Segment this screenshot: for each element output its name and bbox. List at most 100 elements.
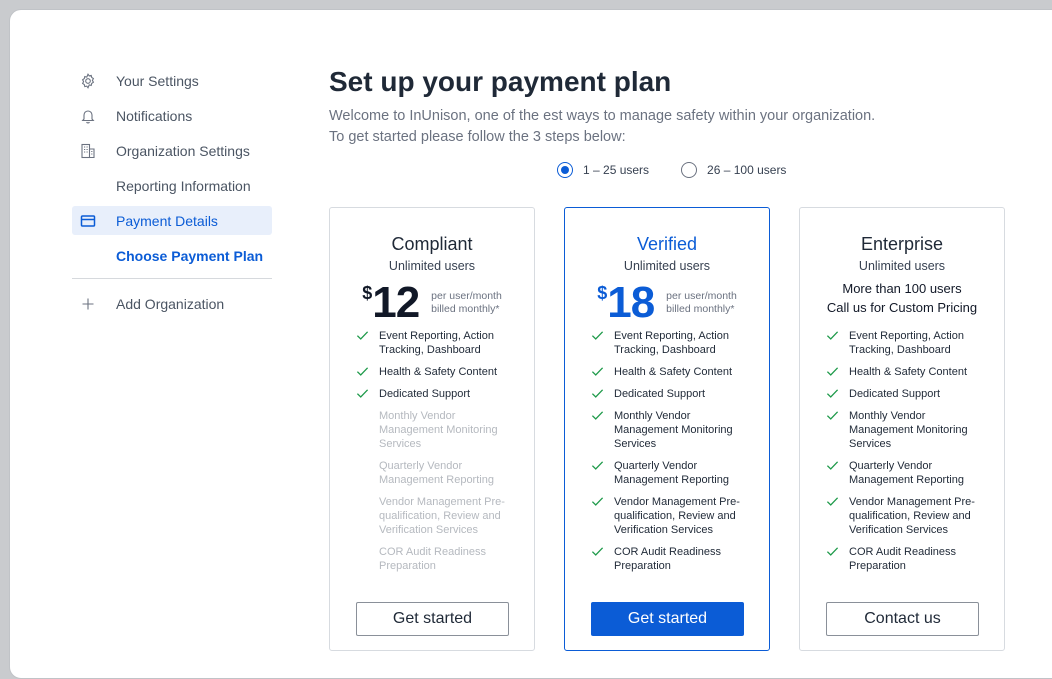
radio-1-25-users[interactable]: 1 – 25 users <box>557 162 649 178</box>
sidebar-item-reporting-information[interactable]: Reporting Information <box>72 171 272 200</box>
plan-card-compliant: Compliant Unlimited users $ 12 per user/… <box>329 207 535 651</box>
feature-text: Quarterly Vendor Management Reporting <box>614 460 729 486</box>
feature-text: Health & Safety Content <box>614 366 733 378</box>
feature-text: Health & Safety Content <box>849 366 968 378</box>
sidebar-item-add-organization[interactable]: Add Organization <box>72 289 272 318</box>
check-icon <box>826 459 840 473</box>
sidebar-item-label: Payment Details <box>116 212 218 229</box>
feature-list: Event Reporting, Action Tracking, Dashbo… <box>330 329 534 573</box>
sidebar-item-your-settings[interactable]: Your Settings <box>72 66 272 95</box>
check-icon <box>591 545 605 559</box>
get-started-button[interactable]: Get started <box>356 602 509 636</box>
check-icon <box>356 387 370 401</box>
feature-item: Event Reporting, Action Tracking, Dashbo… <box>591 329 755 357</box>
sidebar-item-label: Your Settings <box>116 72 199 89</box>
check-icon <box>591 459 605 473</box>
feature-text: Monthly Vendor Management Monitoring Ser… <box>379 410 498 450</box>
gear-icon <box>80 72 96 89</box>
feature-text: COR Audit Readiness Preparation <box>614 546 721 572</box>
feature-text: Vendor Management Pre-qualification, Rev… <box>614 496 740 536</box>
feature-item: COR Audit Readiness Preparation <box>826 545 990 573</box>
contact-us-button[interactable]: Contact us <box>826 602 979 636</box>
sidebar-item-organization-settings[interactable]: Organization Settings <box>72 136 272 165</box>
feature-item-disabled: COR Audit Readiness Preparation <box>356 545 520 573</box>
feature-item: Dedicated Support <box>591 387 755 401</box>
check-icon <box>356 365 370 379</box>
price-amount: 12 <box>372 278 420 327</box>
sidebar-item-choose-payment-plan[interactable]: Choose Payment Plan <box>72 241 272 270</box>
feature-item: Event Reporting, Action Tracking, Dashbo… <box>356 329 520 357</box>
feature-item: Event Reporting, Action Tracking, Dashbo… <box>826 329 990 357</box>
price-note-line: billed monthly* <box>666 303 735 315</box>
feature-text: Quarterly Vendor Management Reporting <box>379 460 494 486</box>
feature-item-disabled: Vendor Management Pre-qualification, Rev… <box>356 495 520 537</box>
price-currency: $ <box>362 283 373 303</box>
plus-icon <box>80 296 96 312</box>
feature-item: Health & Safety Content <box>591 365 755 379</box>
feature-item: COR Audit Readiness Preparation <box>591 545 755 573</box>
radio-button-icon <box>681 162 698 178</box>
plan-card-verified: Verified Unlimited users $ 18 per user/m… <box>564 207 770 651</box>
feature-text: Dedicated Support <box>379 388 471 400</box>
custom-pricing-line: Call us for Custom Pricing <box>826 300 978 315</box>
price-amount: 18 <box>607 278 655 327</box>
check-icon <box>356 329 370 343</box>
plan-name: Enterprise <box>860 234 944 254</box>
check-icon <box>826 365 840 379</box>
plan-name: Compliant <box>391 234 473 254</box>
check-icon <box>591 387 605 401</box>
plan-subtitle: Unlimited users <box>388 259 476 273</box>
feature-item: Dedicated Support <box>356 387 520 401</box>
price-note-line: per user/month <box>666 290 737 302</box>
feature-item: Vendor Management Pre-qualification, Rev… <box>826 495 990 537</box>
feature-item: Health & Safety Content <box>356 365 520 379</box>
check-icon <box>591 409 605 423</box>
check-icon <box>591 329 605 343</box>
radio-26-100-users[interactable]: 26 – 100 users <box>681 162 786 178</box>
custom-pricing-text: More than 100 users Call us for Custom P… <box>800 279 1004 325</box>
plan-subtitle: Unlimited users <box>623 259 711 273</box>
price-note-line: billed monthly* <box>431 303 500 315</box>
plan-card-enterprise: Enterprise Unlimited users More than 100… <box>799 207 1005 651</box>
feature-text: COR Audit Readiness Preparation <box>849 546 956 572</box>
settings-sidebar: Your Settings Notifications Organization… <box>72 66 272 324</box>
feature-text: COR Audit Readiness Preparation <box>379 546 486 572</box>
check-icon <box>826 329 840 343</box>
sidebar-item-notifications[interactable]: Notifications <box>72 101 272 130</box>
feature-text: Event Reporting, Action Tracking, Dashbo… <box>614 330 729 356</box>
plan-name: Verified <box>636 234 698 254</box>
plan-subtitle: Unlimited users <box>858 259 946 273</box>
radio-label: 26 – 100 users <box>707 163 787 177</box>
feature-text: Monthly Vendor Management Monitoring Ser… <box>614 410 733 450</box>
feature-list: Event Reporting, Action Tracking, Dashbo… <box>800 329 1004 573</box>
radio-label: 1 – 25 users <box>583 163 650 177</box>
feature-item: Quarterly Vendor Management Reporting <box>591 459 755 487</box>
check-icon <box>826 409 840 423</box>
building-icon <box>80 143 96 159</box>
feature-item-disabled: Monthly Vendor Management Monitoring Ser… <box>356 409 520 451</box>
sidebar-item-payment-details[interactable]: Payment Details <box>72 206 272 235</box>
price-note: per user/month billed monthly* <box>666 290 737 316</box>
feature-item: Monthly Vendor Management Monitoring Ser… <box>826 409 990 451</box>
sidebar-divider <box>72 278 272 279</box>
radio-button-icon <box>557 162 573 178</box>
check-icon <box>826 495 840 509</box>
feature-text: Event Reporting, Action Tracking, Dashbo… <box>379 330 494 356</box>
feature-item: Vendor Management Pre-qualification, Rev… <box>591 495 755 537</box>
intro-text: Welcome to InUnison, one of the est ways… <box>329 106 949 148</box>
sidebar-item-label: Notifications <box>116 107 193 124</box>
feature-text: Dedicated Support <box>849 388 941 400</box>
feature-item: Monthly Vendor Management Monitoring Ser… <box>591 409 755 451</box>
get-started-button[interactable]: Get started <box>591 602 744 636</box>
check-icon <box>826 387 840 401</box>
credit-card-icon <box>80 213 96 229</box>
feature-text: Vendor Management Pre-qualification, Rev… <box>849 496 975 536</box>
feature-list: Event Reporting, Action Tracking, Dashbo… <box>565 329 769 573</box>
plan-price: $ 12 per user/month billed monthly* <box>330 281 534 325</box>
bell-icon <box>80 108 96 124</box>
feature-text: Vendor Management Pre-qualification, Rev… <box>379 496 505 536</box>
feature-text: Dedicated Support <box>614 388 706 400</box>
plan-price: $ 18 per user/month billed monthly* <box>565 281 769 325</box>
feature-text: Monthly Vendor Management Monitoring Ser… <box>849 410 968 450</box>
check-icon <box>591 495 605 509</box>
